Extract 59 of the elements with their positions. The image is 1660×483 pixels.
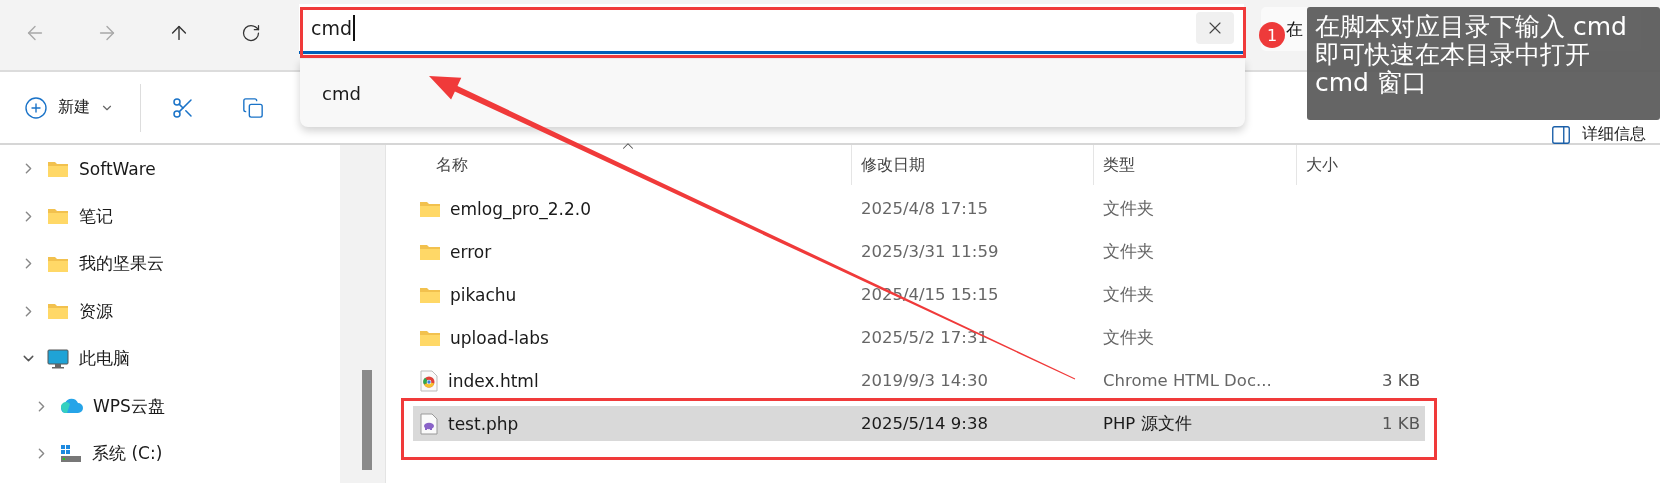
php-file-icon [419,412,439,435]
refresh-icon [241,23,261,43]
folder-icon [47,302,69,321]
sidebar-item[interactable]: WPS云盘 [0,382,340,430]
column-header[interactable]: 修改日期 [851,145,1093,185]
file-size: 1 KB [1382,414,1420,433]
modified-date: 2025/3/31 11:59 [860,242,1000,261]
folder-icon [419,242,441,261]
suggestion-item[interactable]: cmd [300,82,361,104]
scrollbar-thumb[interactable] [362,370,372,470]
file-type: Chrome HTML Doc... [1102,371,1273,390]
file-row[interactable]: error 2025/3/31 11:59 文件夹 [413,234,1425,269]
sidebar-item[interactable]: SoftWare [0,145,340,193]
copy-icon [242,96,264,119]
new-button[interactable]: 新建 [20,91,118,124]
sidebar-item[interactable]: 资源 [0,287,340,335]
folder-icon [419,285,441,304]
monitor-icon [47,348,69,369]
file-name: test.php [448,413,519,434]
file-name: index.html [448,370,539,391]
plus-circle-icon [24,95,48,120]
folder-icon [47,207,69,226]
modified-date: 2025/5/14 9:38 [860,414,989,433]
file-size: 3 KB [1382,371,1420,390]
file-name: emlog_pro_2.2.0 [450,198,591,219]
cloud-icon [60,398,83,415]
sidebar-item[interactable]: 笔记 [0,192,340,240]
file-row[interactable]: upload-labs 2025/5/2 17:31 文件夹 [413,320,1425,355]
details-button[interactable]: 详细信息 [1548,121,1648,148]
column-header[interactable]: 类型 [1093,145,1296,185]
sidebar-item[interactable]: 我的坚果云 [0,240,340,288]
drive-icon [60,443,82,464]
file-type: PHP 源文件 [1102,412,1193,435]
folder-icon [47,254,69,273]
scissors-icon [171,95,195,120]
file-name: upload-labs [450,327,549,348]
column-header[interactable]: 大小 [1296,145,1431,185]
sidebar-item[interactable]: 系统 (C:) [0,430,340,478]
folder-icon [47,159,69,178]
file-name: pikachu [450,284,517,305]
annotation-tooltip: 在脚本对应目录下输入 cmd 即可快速在本目录中打开 cmd 窗口 [1307,7,1660,120]
modified-date: 2025/5/2 17:31 [860,328,989,347]
modified-date: 2025/4/8 17:15 [860,199,989,218]
file-row[interactable]: index.html 2019/9/3 14:30 Chrome HTML Doc... 3 KB [413,363,1425,398]
file-type: 文件夹 [1102,326,1155,349]
file-type: 文件夹 [1102,283,1155,306]
file-row[interactable]: emlog_pro_2.2.0 2025/4/8 17:15 文件夹 [413,191,1425,226]
file-type: 文件夹 [1102,240,1155,263]
column-header[interactable]: 名称 [386,145,851,185]
address-field[interactable]: cmd [299,4,1244,54]
sidebar-item[interactable]: 此电脑 [0,335,340,383]
folder-icon [419,328,441,347]
modified-date: 2019/9/3 14:30 [860,371,989,390]
file-name: error [450,241,492,262]
file-row[interactable]: test.php 2025/5/14 9:38 PHP 源文件 1 KB [413,406,1425,441]
chrome-file-icon [419,369,439,392]
details-pane-icon [1550,123,1572,146]
file-type: 文件夹 [1102,197,1155,220]
folder-icon [419,199,441,218]
